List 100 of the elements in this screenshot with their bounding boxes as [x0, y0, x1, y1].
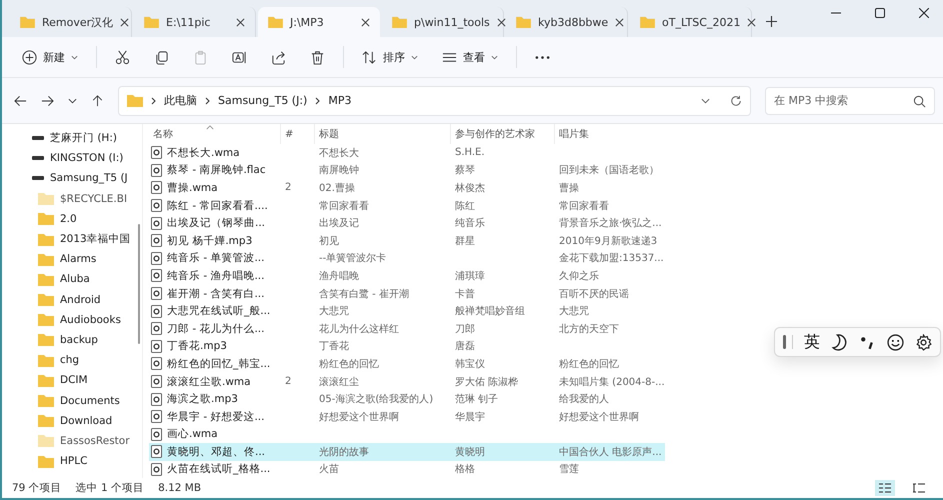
chevron-down-icon[interactable]: [68, 98, 77, 104]
table-cell-text: 雪莲: [559, 462, 579, 476]
file-row[interactable]: 大悲咒在线试听_般... 大悲咒 般禅梵唱妙音组 大悲咒: [149, 302, 665, 320]
copy-icon[interactable]: [154, 50, 169, 64]
sidebar-item[interactable]: backup: [2, 330, 142, 350]
sort-button[interactable]: 排序: [356, 46, 424, 68]
refresh-icon[interactable]: [730, 94, 742, 106]
close-icon[interactable]: [747, 18, 756, 26]
address-bar[interactable]: 此电脑 Samsung_T5 (J:) MP3: [118, 86, 751, 116]
file-row[interactable]: 丁香花.mp3 丁香花 唐磊: [149, 338, 665, 356]
audio-file-icon: [151, 199, 162, 212]
table-cell-text: 蔡琴: [455, 164, 475, 178]
file-row[interactable]: 滚滚红尘歌.wma 2 滚滚红尘 罗大佑 陈淑桦 未知唱片集 (2004-8-...: [149, 372, 665, 390]
table-cell-text: 大悲咒: [319, 304, 349, 318]
drag-handle-icon[interactable]: [783, 335, 793, 349]
sidebar-item[interactable]: KINGSTON (I:): [2, 148, 142, 168]
drive-icon: [32, 156, 44, 160]
audio-file-icon: [151, 287, 162, 300]
table-cell-text: 林俊杰: [455, 182, 485, 195]
scrollbar[interactable]: [138, 224, 140, 344]
add-tab-icon[interactable]: [766, 16, 777, 27]
table-cell-text: 纯音乐: [455, 216, 485, 230]
close-icon[interactable]: [919, 8, 929, 18]
search-field[interactable]: 在 MP3 中搜索: [765, 86, 935, 114]
close-icon[interactable]: [361, 18, 370, 26]
table-cell: 出埃及记（钢琴曲...: [167, 216, 266, 230]
file-row[interactable]: 陈红 - 常回家看看.... 常回家看看 陈红 常回家看看: [149, 196, 665, 214]
file-row[interactable]: 刀郎 - 花儿为什么... 花儿为什么这样红 刀郎 北方的天空下: [149, 320, 665, 338]
sidebar-item[interactable]: 2.0: [2, 208, 142, 229]
maximize-icon[interactable]: [875, 8, 885, 18]
sidebar-item[interactable]: EassosRestor: [2, 430, 142, 451]
breadcrumb-item[interactable]: MP3: [328, 94, 352, 107]
sidebar-item[interactable]: chg: [2, 350, 142, 370]
view-button[interactable]: 查看: [436, 46, 504, 68]
column-header[interactable]: 唱片集: [555, 124, 665, 144]
sidebar-item[interactable]: Alarms: [2, 249, 142, 270]
table-cell-text: 浦琪璋: [455, 270, 485, 283]
sidebar-item[interactable]: $RECYCLE.BI: [2, 188, 142, 209]
sidebar-item[interactable]: Documents: [2, 390, 142, 411]
sidebar-item[interactable]: DCIM: [2, 370, 142, 390]
sidebar-item[interactable]: HPLC: [2, 451, 142, 472]
file-row[interactable]: 蔡琴 - 南屏晚钟.flac 南屏晚钟 蔡琴 回到未来（国语老歌）: [149, 162, 665, 180]
close-icon[interactable]: [496, 18, 506, 26]
table-cell-text: 02.曹操: [319, 182, 355, 195]
sidebar-item[interactable]: Download: [2, 410, 142, 431]
sidebar-item[interactable]: Android: [2, 290, 142, 310]
new-button[interactable]: 新建: [16, 46, 84, 68]
file-row[interactable]: 纯音乐 - 单簧管波... --单簧管波尔卡 金花下载加盟:13537...: [149, 250, 665, 268]
file-row[interactable]: 画心.wma: [149, 426, 665, 444]
chevron-down-icon[interactable]: [701, 98, 710, 104]
file-row[interactable]: 粉红色的回忆_韩宝... 粉红色的回忆 韩宝仪 粉红色的回忆: [149, 355, 665, 373]
file-row[interactable]: 初见 杨千嬅.mp3 初见 群星 2010年9月新歌速递3: [149, 232, 665, 250]
column-header[interactable]: 参与创作的艺术家: [451, 124, 555, 144]
table-cell: 纯音乐 - 渔舟唱晚...: [167, 268, 264, 283]
column-header[interactable]: 标题: [315, 124, 451, 144]
file-row[interactable]: 华晨宇 - 好想爱这... 好想爱这个世界啊 华晨宇 好想爱这个世界啊: [149, 408, 665, 426]
chevron-right-icon: [151, 96, 156, 104]
sidebar-item[interactable]: Aluba: [2, 269, 142, 290]
column-header[interactable]: #: [281, 124, 315, 144]
close-icon[interactable]: [236, 18, 245, 26]
details-view-button[interactable]: [875, 480, 895, 496]
breadcrumb-item[interactable]: Samsung_T5 (J:): [218, 94, 308, 107]
caret-icon: [411, 54, 418, 60]
sidebar-item[interactable]: 芝麻开门 (H:): [2, 128, 142, 148]
file-row[interactable]: 纯音乐 - 渔舟唱晚... 渔舟唱晚 浦琪璋 久仰之乐: [149, 267, 665, 285]
settings-icon[interactable]: [915, 334, 932, 350]
column-header[interactable]: 名称: [149, 124, 281, 144]
table-cell-text: 黄晓明: [455, 446, 485, 459]
file-row[interactable]: 海滨之歌.mp3 05-海滨之歌(给我爱的人) 范琳 钊子 给我爱的人: [149, 390, 665, 408]
file-row[interactable]: 火苗在线试听_格格... 火苗 格格 雪莲: [149, 460, 665, 478]
file-row[interactable]: 曹操.wma 2 02.曹操 林俊杰 曹操: [149, 179, 665, 197]
folder-icon: [38, 374, 54, 387]
sidebar-item[interactable]: Samsung_T5 (J: [2, 168, 142, 189]
selection-size: 8.12 MB: [158, 482, 202, 494]
file-row[interactable]: 不想长大.wma 不想长大 S.H.E.: [149, 144, 665, 162]
scissors-icon[interactable]: [115, 50, 130, 64]
file-row[interactable]: 崔开潮 - 含笑有白... 含笑有白鹭 - 崔开潮 卡普 百听不厌的民谣: [149, 284, 665, 302]
sidebar-item[interactable]: 2013幸福中国: [2, 228, 142, 250]
moon-icon[interactable]: [831, 334, 848, 350]
trash-icon[interactable]: [310, 50, 325, 64]
share-icon[interactable]: [271, 50, 286, 64]
rename-icon[interactable]: [232, 50, 247, 64]
table-cell: 丁香花.mp3: [167, 339, 227, 354]
audio-file-icon: [151, 216, 162, 230]
file-row[interactable]: 黄晓明、邓超、佟... 光阴的故事 黄晓明 中国合伙人 电影原声...: [149, 443, 665, 461]
close-icon[interactable]: [120, 18, 130, 26]
tab[interactable]: J:\MP3: [258, 7, 380, 37]
drive-icon: [32, 176, 44, 180]
back-icon[interactable]: [14, 94, 27, 106]
table-cell-text: 卡普: [455, 288, 475, 301]
close-icon[interactable]: [615, 18, 624, 26]
up-icon[interactable]: [91, 94, 104, 106]
table-cell-text: 给我爱的人: [559, 392, 609, 406]
emoji-icon[interactable]: [887, 334, 904, 350]
table-cell: 画心.wma: [167, 427, 218, 442]
sidebar-item[interactable]: Audiobooks: [2, 310, 142, 330]
breadcrumb-item[interactable]: 此电脑: [164, 93, 197, 108]
file-row[interactable]: 出埃及记（钢琴曲... 出埃及记 纯音乐 背景音乐之旅·恢弘之...: [149, 214, 665, 232]
forward-icon[interactable]: [41, 94, 54, 106]
input-mode-toggle[interactable]: 英: [804, 332, 820, 352]
